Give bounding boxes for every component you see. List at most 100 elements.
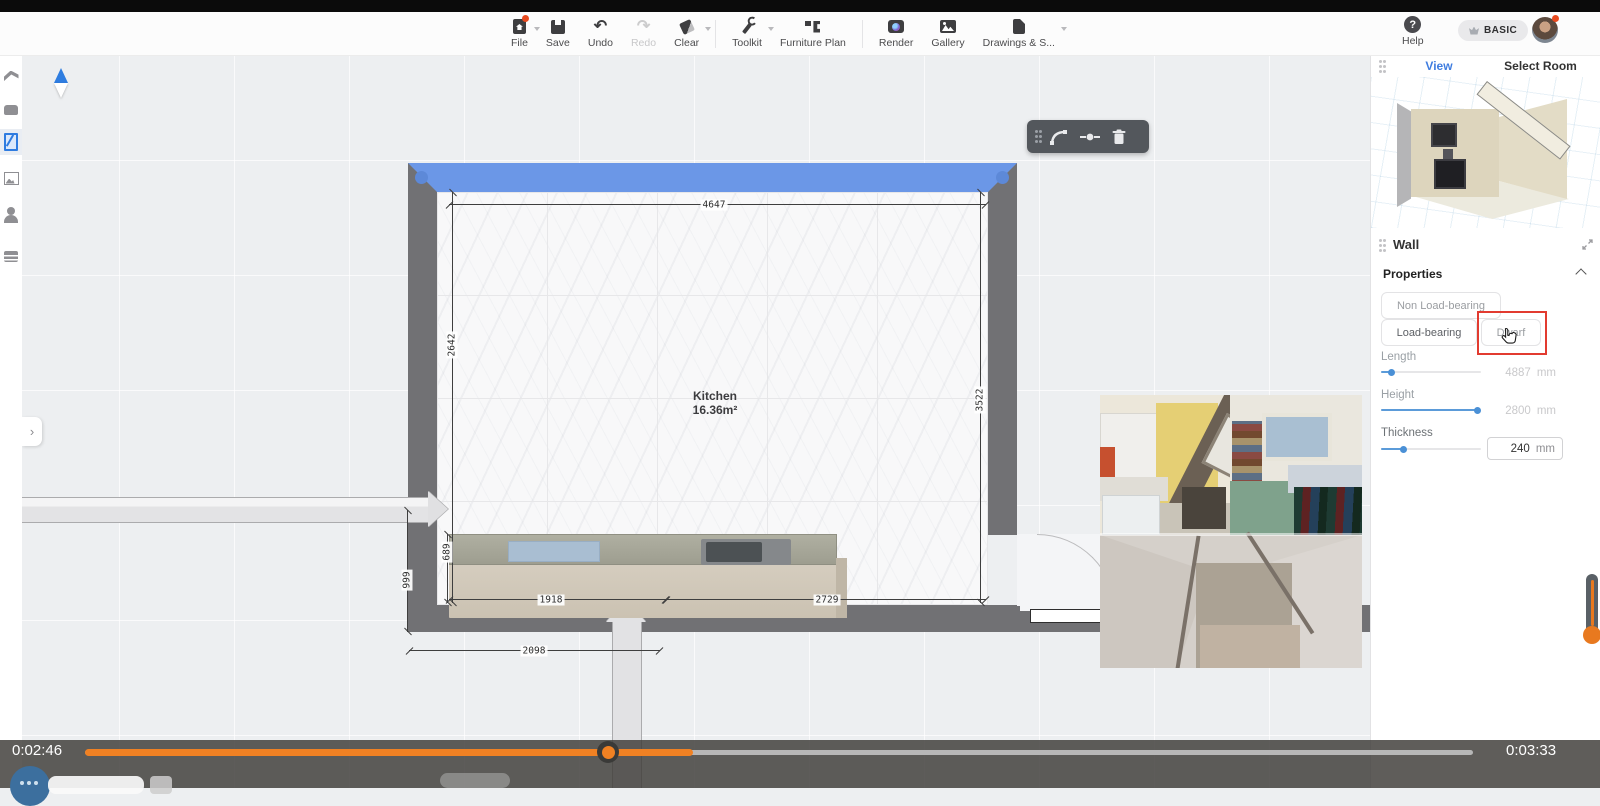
kitchen-wall-top-selected[interactable] — [408, 163, 1017, 192]
picture-icon — [4, 172, 19, 185]
undo-button[interactable]: ↶ Undo — [579, 18, 622, 49]
thickness-slider[interactable] — [1381, 448, 1481, 450]
door-icon — [4, 133, 18, 151]
thickness-input[interactable]: 240 mm — [1487, 437, 1563, 460]
dimension-label-bottom-left: 1918 — [538, 595, 565, 606]
height-label: Height — [1381, 389, 1414, 401]
file-button[interactable]: File — [502, 18, 537, 49]
toolkit-icon — [745, 18, 749, 35]
wall-node-right[interactable] — [996, 171, 1009, 184]
cursor-hand-icon — [1501, 327, 1517, 347]
collapse-chevron-icon[interactable] — [1575, 268, 1586, 279]
kitchen-counter[interactable] — [449, 558, 847, 618]
counter-end-panel — [836, 558, 847, 618]
wall-pointer-horizontal-arrow — [428, 491, 448, 527]
dimension-label-left: 2642 — [447, 332, 458, 359]
toolbar-divider — [862, 20, 863, 48]
clear-caret-icon[interactable] — [705, 27, 711, 31]
room-name: Kitchen — [645, 389, 785, 403]
curve-wall-icon[interactable] — [1050, 129, 1068, 145]
drawings-caret-icon[interactable] — [1061, 27, 1067, 31]
sink[interactable] — [701, 539, 791, 565]
cooktop[interactable] — [508, 541, 600, 562]
tab-view[interactable]: View — [1399, 55, 1479, 77]
avatar[interactable] — [1532, 17, 1558, 43]
north-arrow — [54, 68, 68, 98]
gallery-button[interactable]: Gallery — [922, 18, 973, 49]
wall-pointer-horizontal[interactable] — [0, 497, 428, 523]
rail-item-furniture[interactable] — [0, 97, 22, 123]
current-time: 0:02:46 — [12, 742, 62, 759]
wall-type-load-bearing[interactable]: Load-bearing — [1381, 319, 1477, 346]
drawings-button[interactable]: Drawings & S... — [974, 18, 1064, 49]
height-slider-knob — [1474, 407, 1481, 414]
render-icon — [888, 18, 904, 35]
rail-item-rooms[interactable] — [0, 63, 22, 89]
tab-select-room[interactable]: Select Room — [1483, 55, 1598, 77]
bottom-blue-button[interactable] — [10, 766, 50, 806]
reference-photo-inset — [1100, 395, 1362, 668]
redo-button: ↷ Redo — [622, 18, 665, 49]
card-drag-handle-icon[interactable] — [1379, 239, 1382, 242]
bottom-pill — [48, 776, 144, 794]
clear-button[interactable]: Clear — [665, 18, 708, 49]
help-button[interactable]: Help — [1402, 16, 1424, 47]
length-label: Length — [1381, 351, 1416, 363]
help-icon — [1404, 16, 1421, 33]
height-value: 2800 mm — [1487, 399, 1563, 422]
crown-icon — [1469, 27, 1479, 35]
room-area: 16.36m² — [645, 403, 785, 417]
kitchen-wall-right[interactable] — [988, 163, 1017, 535]
properties-header[interactable]: Properties — [1383, 265, 1589, 283]
save-button[interactable]: Save — [537, 18, 579, 49]
drawings-icon — [1013, 18, 1025, 35]
rail-item-doors-windows[interactable] — [0, 129, 22, 155]
length-value: 4887 mm — [1487, 361, 1563, 384]
bottom-chip — [150, 776, 172, 794]
dimension-label-top: 4647 — [701, 200, 728, 211]
rail-item-storage[interactable] — [0, 243, 22, 269]
render-button[interactable]: Render — [870, 18, 922, 49]
wall-context-toolbar — [1027, 120, 1149, 153]
toolbar-divider — [715, 20, 716, 48]
dimension-label-bottom-right: 2729 — [814, 595, 841, 606]
progress-handle[interactable] — [597, 741, 619, 763]
rail-item-people[interactable] — [0, 201, 22, 227]
file-icon — [513, 18, 526, 35]
file-label: File — [511, 37, 528, 49]
video-player-bar[interactable]: 0:02:46 0:03:33 — [0, 740, 1600, 788]
expand-panel-button[interactable] — [22, 417, 42, 446]
roof-icon — [4, 71, 19, 82]
kitchen-wall-left[interactable] — [408, 163, 437, 632]
height-slider — [1381, 409, 1481, 411]
save-icon — [551, 18, 565, 35]
toolkit-button[interactable]: Toolkit — [723, 18, 771, 49]
room-3d-preview[interactable] — [1371, 77, 1600, 228]
toolbar-menu: File Save ↶ Undo ↷ Redo Clear Toolkit Fu… — [502, 12, 1064, 55]
furniture-plan-button[interactable]: Furniture Plan — [771, 18, 855, 49]
undo-icon: ↶ — [594, 18, 607, 35]
gallery-icon — [940, 18, 956, 35]
plan-badge[interactable]: BASIC — [1458, 20, 1528, 41]
redo-icon: ↷ — [637, 18, 650, 35]
wall-node-left[interactable] — [415, 171, 428, 184]
expand-card-icon[interactable] — [1582, 239, 1593, 250]
drag-handle-icon[interactable] — [1035, 130, 1038, 133]
length-slider-knob — [1388, 369, 1395, 376]
length-slider — [1381, 371, 1481, 373]
thickness-label: Thickness — [1381, 427, 1433, 439]
cabinet-icon — [4, 251, 18, 262]
furniture-plan-icon — [805, 18, 820, 35]
delete-icon[interactable] — [1112, 129, 1126, 145]
panel-drag-handle-icon[interactable] — [1379, 60, 1382, 63]
clear-icon — [681, 18, 693, 35]
rail-item-decor[interactable] — [0, 165, 22, 191]
wall-card-title: Wall — [1393, 237, 1419, 252]
sofa-icon — [4, 105, 18, 115]
window-top-strip — [0, 0, 1600, 12]
dimension-label-right: 3522 — [975, 387, 986, 414]
dimension-label-counter: 689 — [442, 541, 453, 562]
thickness-slider-knob[interactable] — [1400, 446, 1407, 453]
split-wall-icon[interactable] — [1080, 132, 1100, 142]
bottom-pill-2 — [440, 773, 510, 788]
